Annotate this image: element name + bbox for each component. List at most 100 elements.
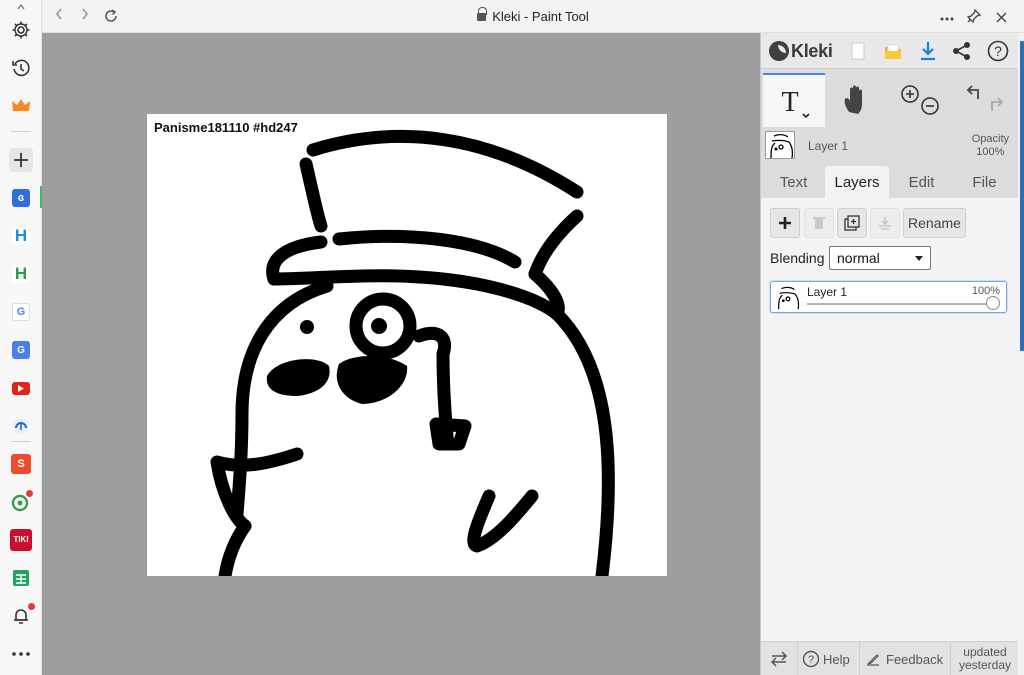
layer-opacity-slider[interactable] (807, 303, 993, 305)
green-app-icon[interactable] (9, 490, 33, 514)
panel-footer: ? Help Feedback updated yesterday (761, 641, 1019, 675)
youtube-icon[interactable] (9, 376, 33, 400)
add-layer-button[interactable] (770, 208, 800, 238)
canvas-stage[interactable]: Panisme181110 #hd247 (42, 33, 760, 675)
add-icon[interactable] (9, 148, 33, 172)
trash-icon (813, 217, 825, 229)
google-translate-icon[interactable]: G (9, 338, 33, 362)
current-layer-name: Layer 1 (808, 139, 849, 153)
panel-tabs: Text Layers Edit File (761, 164, 1019, 198)
feedback-button[interactable]: Feedback (860, 642, 951, 675)
kleki-logo: Kleki (769, 39, 833, 63)
layer-opacity-slider-handle[interactable] (986, 296, 1000, 310)
share-icon[interactable] (950, 39, 974, 63)
panel-topbar: Kleki ? (761, 33, 1019, 69)
zoom-in-icon[interactable] (901, 85, 919, 103)
notifications-bell-icon[interactable] (9, 603, 35, 628)
drawing-artwork (210, 129, 615, 576)
tab-layers[interactable]: Layers (825, 166, 889, 198)
duplicate-icon (844, 215, 860, 231)
svg-text:?: ? (808, 654, 814, 666)
help-label: Help (823, 651, 850, 667)
layer-item-thumbnail (774, 284, 800, 310)
help-icon: ? (802, 650, 820, 668)
sidebar-scroll-up-icon[interactable] (9, 2, 33, 12)
lock-icon (477, 7, 488, 22)
browser-sidebar: ɞ H H G G S TIKI (0, 0, 42, 675)
pin-icon[interactable] (966, 8, 982, 26)
opacity-readout: Opacity 100% (972, 133, 1009, 159)
shopee-icon[interactable]: S (9, 452, 33, 476)
merge-down-icon (879, 217, 891, 230)
blending-mode-value: normal (837, 250, 880, 266)
redo-icon[interactable] (991, 97, 1004, 111)
kleki-logo-icon (769, 41, 789, 61)
tab-edit[interactable]: Edit (894, 166, 949, 198)
scrollbar-thumb[interactable] (1020, 41, 1024, 351)
settings-icon[interactable] (9, 18, 33, 42)
current-layer-info: Layer 1 Opacity 100% (761, 129, 1019, 165)
zoom-buttons (891, 73, 951, 127)
drawing-canvas[interactable]: Panisme181110 #hd247 (147, 114, 667, 576)
hand-tool-button[interactable] (827, 73, 885, 127)
canvas-caption: Panisme181110 #hd247 (154, 120, 298, 135)
hand-icon (844, 85, 862, 114)
more-horizontal-icon[interactable] (940, 8, 954, 24)
help-circle-icon[interactable]: ? (986, 39, 1010, 63)
kleki-side-panel: Kleki ? T Layer 1 Opacity 100% Text Laye… (760, 33, 1019, 675)
h-app-icon[interactable]: H (9, 224, 33, 248)
history-icon[interactable] (9, 56, 33, 80)
layer-list-item[interactable]: Layer 1 100% (770, 281, 1007, 313)
crown-icon[interactable] (9, 94, 33, 118)
app-window: ɞ H H G G S TIKI Kleki - Paint Tool Pani… (0, 0, 1024, 675)
open-folder-icon[interactable] (881, 39, 905, 63)
chevron-down-icon (915, 256, 923, 261)
tab-text[interactable]: Text (766, 166, 821, 198)
edge-drop-icon[interactable] (9, 414, 33, 438)
duplicate-layer-button[interactable] (837, 208, 867, 238)
updated-status: updated yesterday (958, 645, 1012, 672)
google-icon[interactable]: G (9, 300, 33, 324)
help-button[interactable]: ? Help (798, 642, 860, 675)
zoom-out-icon[interactable] (921, 97, 939, 115)
tab-file[interactable]: File (957, 166, 1012, 198)
new-image-icon[interactable] (846, 39, 870, 63)
blending-mode-select[interactable]: normal (829, 246, 931, 270)
kleki-app-icon[interactable]: ɞ (9, 186, 33, 210)
tool-row: T (761, 73, 1019, 127)
layer-item-name: Layer 1 (807, 285, 848, 299)
text-tool-icon: T (781, 87, 810, 119)
undo-redo-buttons (956, 73, 1014, 127)
opacity-label: Opacity (971, 133, 1009, 145)
swap-arrows-icon (770, 651, 788, 667)
notification-dot (26, 490, 33, 497)
feedback-pen-icon (867, 654, 879, 666)
tiki-icon[interactable]: TIKI (9, 528, 33, 552)
h-app-icon[interactable]: H (9, 262, 33, 286)
opacity-value: 100% (976, 146, 1005, 158)
title-bar: Kleki - Paint Tool (42, 0, 1024, 33)
notification-dot (28, 603, 35, 610)
feedback-label: Feedback (886, 651, 944, 667)
sheets-icon[interactable] (9, 566, 33, 590)
sidebar-divider (11, 131, 31, 132)
svg-text:?: ? (994, 43, 1002, 59)
layers-tab-content: Rename Blending normal Layer 1 100% (761, 198, 1019, 641)
rename-layer-button[interactable]: Rename (903, 208, 966, 238)
download-icon[interactable] (916, 39, 940, 63)
page-scrollbar[interactable] (1018, 33, 1024, 675)
plus-icon (779, 217, 791, 229)
sidebar-more-icon[interactable] (9, 642, 33, 666)
text-tool-button[interactable]: T (763, 73, 825, 127)
undo-icon[interactable] (966, 85, 979, 99)
swap-panel-button[interactable] (761, 642, 798, 675)
delete-layer-button[interactable] (804, 208, 834, 238)
merge-down-button[interactable] (870, 208, 900, 238)
window-title-text: Kleki - Paint Tool (492, 9, 589, 24)
close-icon[interactable] (996, 10, 1007, 26)
svg-text:T: T (781, 87, 798, 118)
layer-thumbnail (765, 131, 795, 159)
window-title: Kleki - Paint Tool (42, 7, 1024, 24)
blending-label: Blending (770, 250, 825, 266)
layer-item-opacity: 100% (971, 285, 1000, 297)
